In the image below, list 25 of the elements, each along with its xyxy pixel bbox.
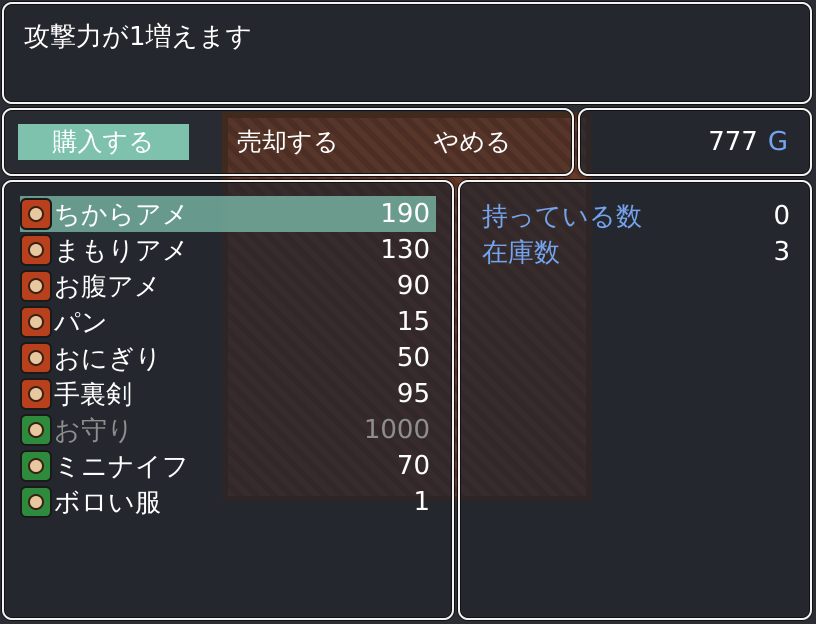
currency-unit: G	[768, 127, 788, 157]
command-tab[interactable]: 売却する	[202, 124, 374, 160]
shop-item-row[interactable]: 手裏剣 95	[20, 376, 436, 412]
item-icon	[20, 306, 52, 338]
item-icon	[20, 378, 52, 410]
shop-item-row[interactable]: パン 15	[20, 304, 436, 340]
item-icon	[20, 198, 52, 230]
status-value: 0	[773, 201, 790, 231]
item-icon	[20, 342, 52, 374]
item-icon	[20, 450, 52, 482]
shop-item-row[interactable]: お腹アメ 90	[20, 268, 436, 304]
shop-item-row[interactable]: おにぎり 50	[20, 340, 436, 376]
shop-item-row[interactable]: ミニナイフ 70	[20, 448, 436, 484]
shop-item-row[interactable]: まもりアメ 130	[20, 232, 436, 268]
command-tab[interactable]: やめる	[387, 124, 558, 160]
status-value: 3	[773, 237, 790, 267]
status-label: 在庫数	[482, 236, 560, 270]
item-icon	[20, 486, 52, 518]
money-amount: 777	[708, 127, 758, 157]
status-label: 持っている数	[482, 200, 642, 234]
shop-item-row[interactable]: ボロい服 1	[20, 484, 436, 520]
item-icon	[20, 270, 52, 302]
item-icon	[20, 234, 52, 266]
item-description: 攻撃力が1増えます	[24, 22, 253, 52]
item-icon	[20, 414, 52, 446]
